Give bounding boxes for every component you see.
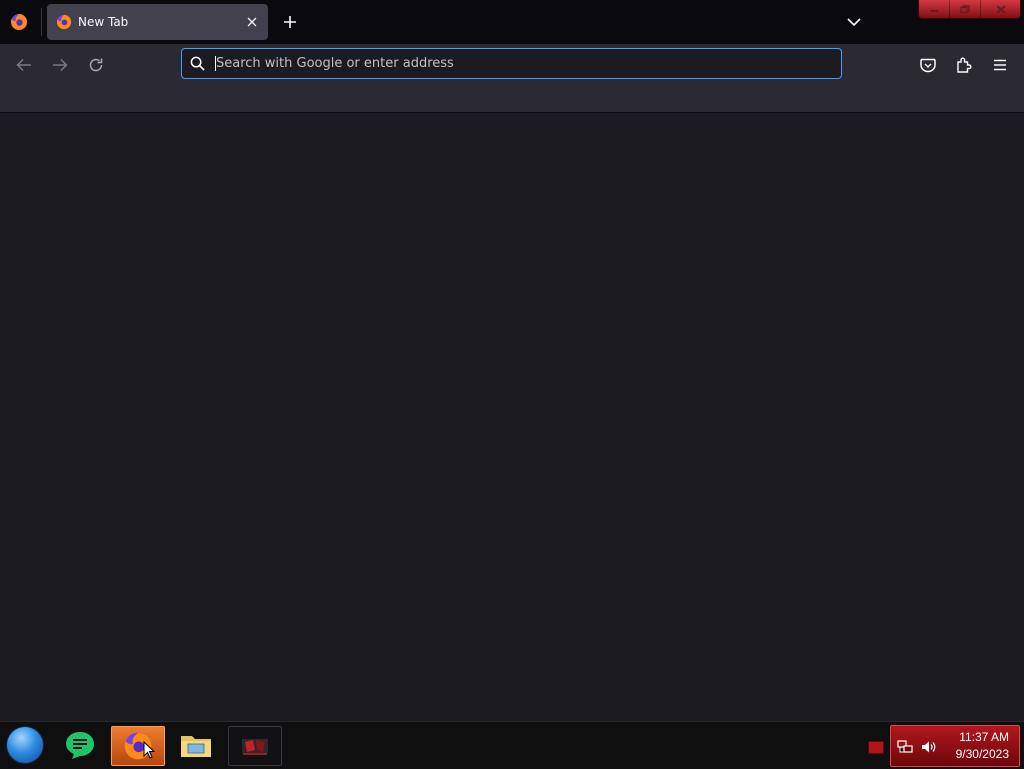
close-window-button[interactable]: [981, 0, 1020, 18]
pocket-icon: [920, 58, 936, 72]
list-all-tabs-button[interactable]: [843, 11, 865, 33]
arrow-left-icon: [16, 58, 31, 72]
chevron-down-icon: [847, 17, 861, 26]
save-to-pocket-button[interactable]: [916, 53, 940, 77]
tab-title: New Tab: [78, 15, 129, 29]
restore-icon: [960, 4, 970, 13]
taskbar-file-explorer[interactable]: [170, 726, 222, 764]
system-tray: 11:37 AM 9/30/2023: [890, 725, 1020, 767]
taskbar: 11:37 AM 9/30/2023: [0, 721, 1024, 769]
volume-icon[interactable]: [921, 740, 937, 754]
reload-button[interactable]: [84, 53, 108, 77]
clock-time: 11:37 AM: [959, 730, 1009, 744]
file-explorer-icon: [181, 736, 211, 757]
tabstrip-separator: [41, 8, 42, 36]
clock-date: 9/30/2023: [955, 747, 1009, 761]
firefox-icon: [11, 13, 28, 30]
address-bar[interactable]: [181, 48, 842, 79]
game-app-icon: [242, 739, 268, 755]
network-icon[interactable]: [897, 740, 913, 754]
puzzle-piece-icon: [957, 57, 972, 73]
search-icon: [190, 56, 206, 72]
forward-button[interactable]: [48, 53, 72, 77]
tab-new-tab[interactable]: New Tab: [47, 4, 268, 40]
plus-icon: [284, 16, 296, 28]
url-input[interactable]: [215, 56, 833, 71]
app-menu-button[interactable]: [988, 53, 1012, 77]
window-controls: [918, 0, 1021, 19]
taskbar-firefox[interactable]: [111, 726, 165, 766]
back-button[interactable]: [12, 53, 36, 77]
close-tab-icon[interactable]: [243, 13, 261, 31]
reload-icon: [89, 58, 103, 72]
close-icon: [995, 4, 1006, 14]
minimize-icon: [930, 10, 938, 12]
firefox-view-button[interactable]: [8, 12, 30, 32]
chat-icon: [66, 732, 94, 759]
new-tab-button[interactable]: [279, 11, 301, 33]
bookmarks-toolbar: [0, 86, 1024, 113]
restore-button[interactable]: [950, 0, 981, 18]
taskbar-chat-app[interactable]: [54, 726, 106, 764]
page-content[interactable]: [0, 113, 1024, 721]
taskbar-game-app[interactable]: [228, 726, 282, 766]
notification-flag-icon[interactable]: [868, 741, 884, 754]
start-button[interactable]: [7, 727, 43, 763]
hamburger-menu-icon: [994, 59, 1006, 71]
arrow-right-icon: [53, 58, 68, 72]
mouse-cursor-icon: [143, 741, 155, 759]
firefox-icon: [56, 14, 72, 30]
extensions-button[interactable]: [952, 53, 976, 77]
clock[interactable]: 11:37 AM 9/30/2023: [956, 729, 1009, 763]
tab-strip: New Tab: [0, 0, 1024, 44]
minimize-button[interactable]: [919, 0, 950, 18]
navigation-toolbar: [0, 44, 1024, 86]
